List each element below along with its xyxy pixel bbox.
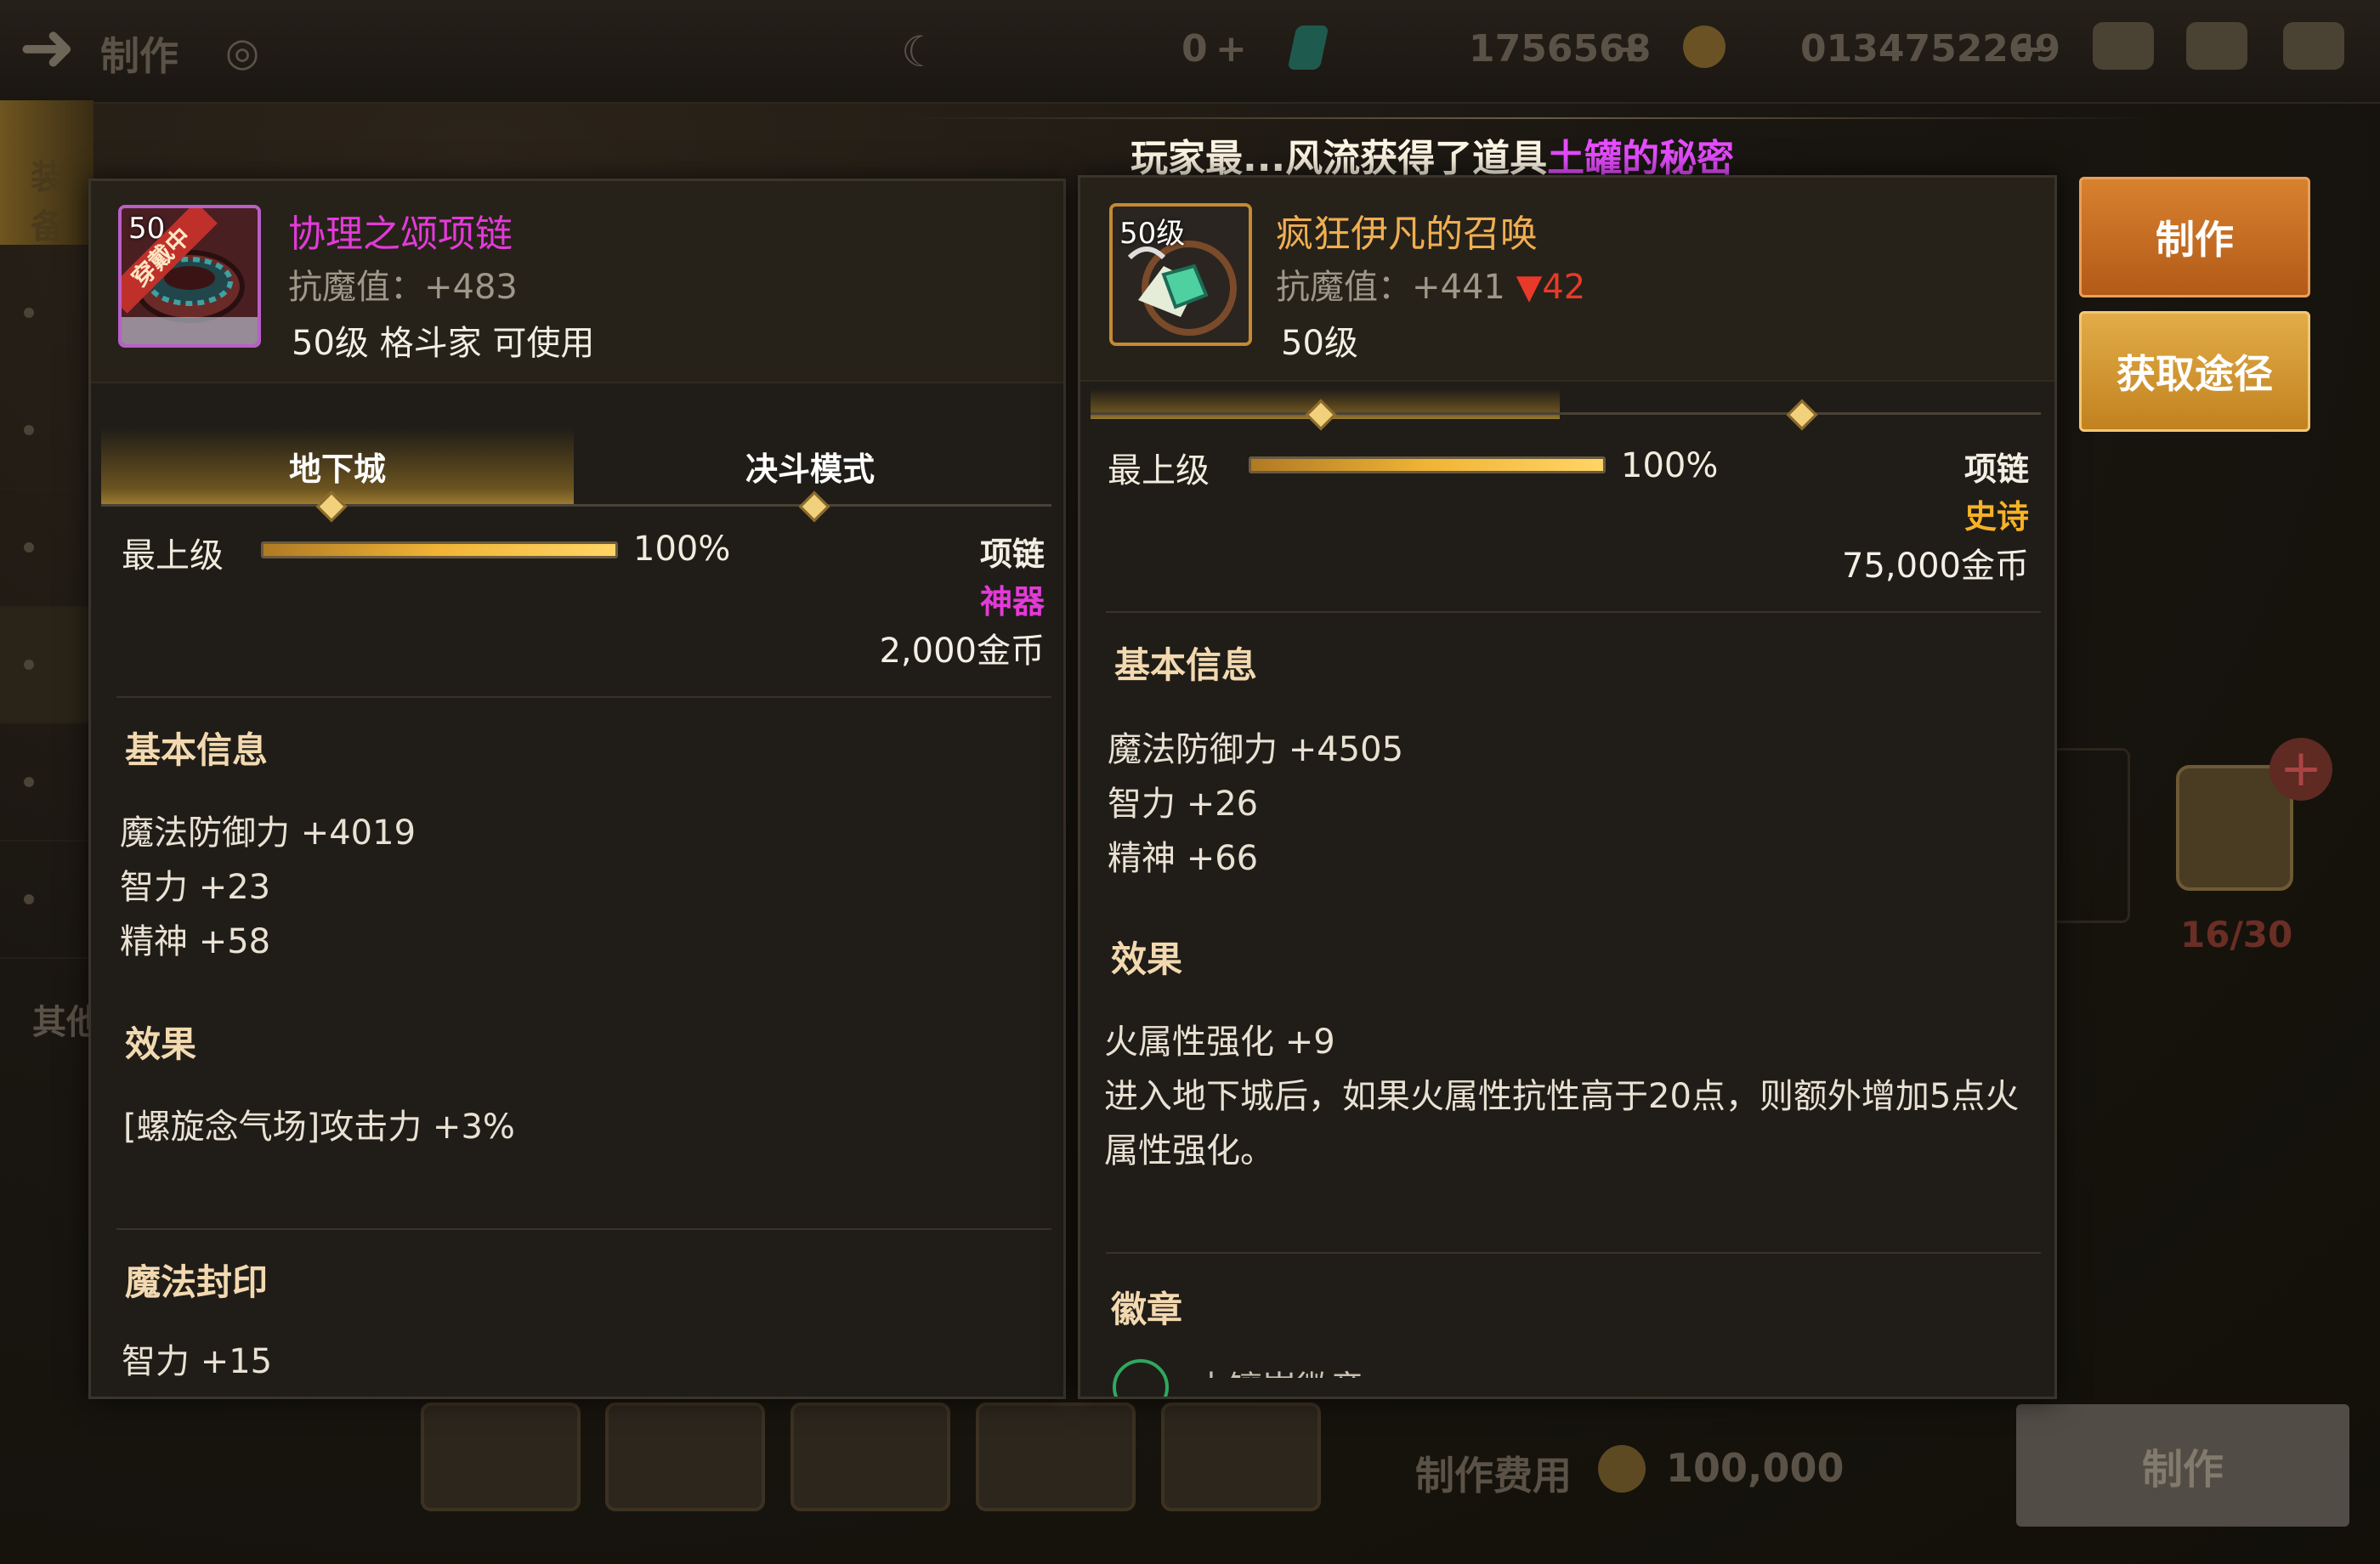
magic-seal-title: 魔法封印 [125, 1261, 269, 1303]
basic-info-title: 基本信息 [1114, 644, 1258, 686]
compare-item-icon: 50级 [1109, 203, 1252, 346]
equipped-item-requirement: 50级 格斗家 可使用 [292, 324, 595, 363]
section-divider [116, 1228, 1051, 1230]
cost-label: 制作费用 [1415, 1453, 1572, 1499]
section-divider [1106, 1252, 2041, 1254]
currency-c-plus[interactable]: + [2013, 27, 2044, 71]
quality-bar [261, 541, 618, 558]
mail-icon[interactable] [2186, 22, 2247, 70]
chest-icon[interactable] [2093, 22, 2154, 70]
item-rarity: 史诗 [1964, 498, 2029, 536]
emblem-name-partial: 土镶嵌徽章 [1194, 1361, 1364, 1378]
effect-line: [螺旋念气场]攻击力 +3% [123, 1108, 515, 1147]
chat-icon[interactable] [2283, 22, 2344, 70]
effect-line: 属性强化。 [1104, 1131, 1274, 1170]
ticker-divider [901, 117, 2159, 119]
quality-percent: 100% [1621, 446, 1719, 485]
make-button[interactable]: 制作 [2079, 177, 2310, 298]
material-thumb[interactable] [790, 1402, 950, 1511]
item-type: 项链 [979, 536, 1045, 573]
quality-percent: 100% [633, 530, 731, 569]
equipped-item-icon: 50 穿戴中 [118, 205, 261, 348]
currency-a-value: 0 [1182, 27, 1208, 71]
compare-item-panel: 50级 疯狂伊凡的召唤 抗魔值：+441 ▼42 50级 最上级 100% 项链… [1078, 175, 2057, 1399]
compare-level-badge: 50级 [1119, 217, 1186, 251]
ticker-text: 玩家最...风流获得了道具 [1130, 137, 1548, 180]
equipped-item-name: 协理之颂项链 [288, 212, 513, 256]
left-category-tab-label: 装备 [31, 158, 65, 246]
stat-line: 智力 +26 [1108, 785, 1259, 824]
quality-bar [1249, 456, 1606, 473]
add-plus-icon[interactable]: + [2270, 738, 2332, 801]
quality-label: 最上级 [1108, 451, 1210, 490]
stat-line: 精神 +66 [1108, 839, 1259, 878]
compare-item-requirement: 50级 [1281, 324, 1358, 363]
left-list-item[interactable] [0, 490, 94, 607]
cost-value: 100,000 [1666, 1445, 1844, 1491]
tab-dungeon[interactable]: 地下城 [101, 428, 574, 504]
stat-line: 魔法防御力 +4019 [120, 813, 416, 853]
left-list-item[interactable] [0, 372, 94, 490]
left-list-item[interactable] [0, 255, 94, 372]
basic-info-title: 基本信息 [125, 729, 269, 771]
gold-coin-icon [1683, 26, 1726, 68]
emblem-slot-icon [1113, 1359, 1169, 1397]
material-thumb[interactable] [605, 1402, 765, 1511]
stat-line: 魔法防御力 +4505 [1108, 730, 1404, 769]
currency-a-plus[interactable]: + [1216, 27, 1247, 71]
effect-line: 进入地下城后，如果火属性抗性高于20点，则额外增加5点火 [1104, 1077, 2020, 1116]
stat-line: 智力 +23 [120, 868, 271, 907]
back-arrow-icon[interactable]: ➜ [19, 14, 76, 82]
acquisition-route-button[interactable]: 获取途径 [2079, 311, 2310, 432]
quality-label: 最上级 [122, 536, 224, 575]
effect-title: 效果 [125, 1023, 197, 1065]
compare-magic-resist: 抗魔值：+441 ▼42 [1276, 259, 1585, 309]
material-thumb[interactable] [976, 1402, 1136, 1511]
quality-bar-fill [1251, 459, 1603, 471]
tab-pvp[interactable]: 决斗模式 [574, 428, 1046, 504]
tab-underline [101, 504, 1051, 507]
make-button-disabled[interactable]: 制作 [2016, 1404, 2349, 1527]
material-thumb[interactable] [421, 1402, 581, 1511]
gem-icon [1287, 26, 1329, 70]
compare-magic-resist-value: 抗魔值：+441 [1276, 268, 1505, 307]
eye-icon[interactable]: ◎ [225, 29, 259, 75]
equipped-item-panel: 50 穿戴中 协理之颂项链 抗魔值：+483 50级 格斗家 可使用 地下城 决… [88, 178, 1066, 1399]
left-list-item[interactable] [0, 842, 94, 959]
screen-title: 制作 [100, 33, 178, 79]
left-list-item[interactable] [0, 724, 94, 842]
item-rarity: 神器 [979, 583, 1045, 620]
quality-bar-fill [264, 544, 615, 556]
material-thumb[interactable] [1161, 1402, 1321, 1511]
effect-line: 火属性强化 +9 [1104, 1023, 1335, 1062]
equipped-magic-resist: 抗魔值：+483 [288, 268, 518, 307]
compare-item-name: 疯狂伊凡的召唤 [1276, 212, 1538, 256]
left-list-item[interactable] [0, 607, 94, 724]
effect-title: 效果 [1111, 938, 1183, 980]
announcement-ticker: 玩家最...风流获得了道具土罐的秘密 [1130, 128, 2380, 182]
emblem-title: 徽章 [1111, 1289, 1183, 1330]
slot-count: 16/30 [2180, 914, 2293, 955]
section-divider [116, 696, 1051, 698]
left-category-list [0, 255, 94, 1105]
item-type: 项链 [1964, 450, 2029, 488]
cost-coin-icon [1598, 1445, 1646, 1493]
item-price: 75,000金币 [1842, 547, 2029, 586]
stat-line: 精神 +58 [120, 922, 271, 961]
left-category-tab[interactable]: 装备 [0, 100, 94, 246]
resist-diff: ▼42 [1516, 268, 1586, 307]
item-price: 2,000金币 [879, 632, 1045, 671]
tab-marker-diamond [1786, 399, 1818, 431]
moon-icon: ☾ [901, 27, 939, 76]
currency-b-plus[interactable]: + [1615, 27, 1646, 71]
top-bar: ➜ 制作 ◎ ☾ 0 + 1756568 + 0134752269 + [0, 0, 2380, 104]
tab-underline [1091, 412, 2041, 415]
ticker-item-name: 土罐的秘密 [1547, 137, 1735, 180]
seal-line: 智力 +15 [122, 1342, 273, 1381]
section-divider [1106, 611, 2041, 613]
